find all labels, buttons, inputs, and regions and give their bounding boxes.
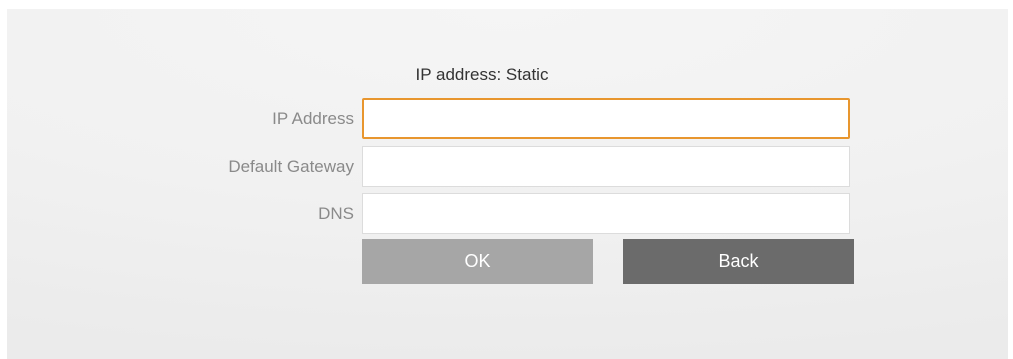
ip-address-label: IP Address: [272, 109, 354, 128]
ok-button[interactable]: OK: [362, 239, 593, 284]
dns-field-container: [362, 193, 850, 234]
static-ip-settings-panel: IP address: Static IP Address Default Ga…: [7, 9, 1008, 359]
default-gateway-field-container: [362, 146, 850, 187]
ip-address-input[interactable]: [364, 100, 848, 137]
back-button[interactable]: Back: [623, 239, 854, 284]
ip-address-field-container: [362, 98, 850, 139]
dns-input[interactable]: [363, 194, 849, 233]
default-gateway-label: Default Gateway: [228, 157, 354, 176]
screen: IP address: Static IP Address Default Ga…: [0, 0, 1013, 359]
page-title: IP address: Static: [415, 65, 549, 84]
default-gateway-input[interactable]: [363, 147, 849, 186]
dns-label: DNS: [318, 204, 354, 223]
